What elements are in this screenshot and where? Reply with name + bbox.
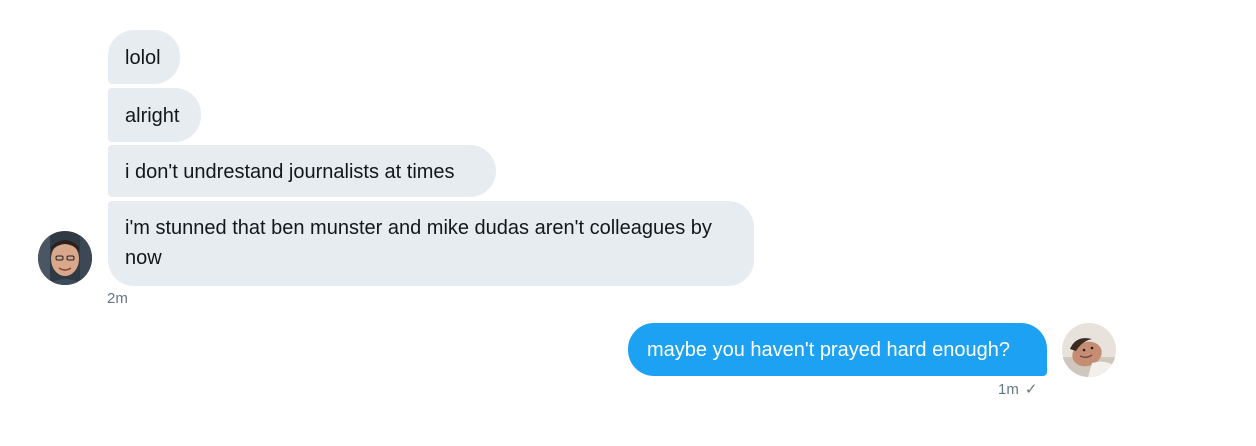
message-text: i don't undrestand journalists at times [125, 161, 455, 183]
received-message-bubble[interactable]: lolol [108, 30, 180, 84]
sender-avatar-image [38, 231, 92, 285]
sender-avatar[interactable] [38, 231, 92, 285]
sent-message-bubble[interactable]: maybe you haven't prayed hard enough? [628, 323, 1047, 376]
message-text: lolol [125, 47, 161, 69]
received-message-bubble[interactable]: i don't undrestand journalists at times [108, 145, 496, 197]
sent-timestamp: 1m [998, 381, 1019, 398]
dm-conversation: lolol alright i don't undrestand journal… [0, 0, 1256, 446]
message-text: maybe you haven't prayed hard enough? [647, 339, 1010, 361]
received-message-bubble[interactable]: alright [108, 88, 201, 142]
received-message-bubble[interactable]: i'm stunned that ben munster and mike du… [108, 201, 754, 286]
message-text: i'm stunned that ben munster and mike du… [125, 217, 712, 269]
received-timestamp: 2m [107, 290, 128, 307]
sent-timestamp-row: 1m ✓ [998, 381, 1037, 399]
checkmark-icon: ✓ [1024, 381, 1038, 398]
own-avatar-image [1062, 323, 1116, 377]
own-avatar[interactable] [1062, 323, 1116, 377]
message-text: alright [125, 105, 180, 127]
